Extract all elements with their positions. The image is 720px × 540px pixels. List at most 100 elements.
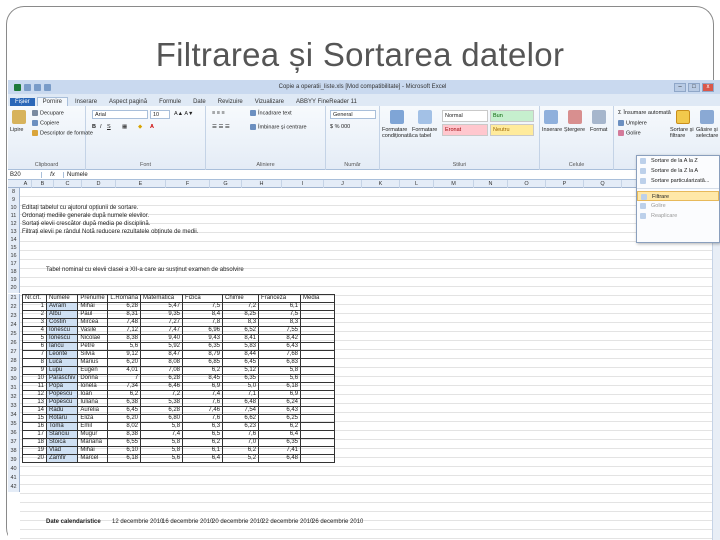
table-cell[interactable]: Radu bbox=[45, 406, 79, 415]
table-cell[interactable]: Popescu bbox=[45, 398, 79, 407]
table-cell[interactable]: 5,47 bbox=[140, 302, 184, 311]
table-cell[interactable]: 6,25 bbox=[258, 414, 302, 423]
table-cell[interactable]: 6,1 bbox=[182, 446, 224, 455]
table-cell[interactable] bbox=[300, 422, 336, 431]
column-header[interactable]: D bbox=[82, 180, 116, 188]
tab-0[interactable]: Fișier bbox=[10, 98, 35, 106]
table-cell[interactable]: Iuliana bbox=[77, 398, 109, 407]
table-cell[interactable] bbox=[300, 350, 336, 359]
table-cell[interactable]: 8,42 bbox=[258, 334, 302, 343]
table-cell[interactable]: 8,02 bbox=[107, 422, 142, 431]
column-header[interactable]: C bbox=[54, 180, 82, 188]
table-cell[interactable]: Stoica bbox=[45, 438, 79, 447]
table-cell[interactable]: 6,20 bbox=[107, 414, 142, 423]
table-cell[interactable]: 7,46 bbox=[182, 406, 224, 415]
row-header[interactable]: 24 bbox=[8, 321, 20, 330]
table-cell[interactable]: 8,41 bbox=[222, 334, 260, 343]
header-cell[interactable]: Numele bbox=[45, 294, 79, 303]
table-cell[interactable]: 5,8 bbox=[140, 422, 184, 431]
table-cell[interactable]: 16 bbox=[22, 422, 47, 431]
table-cell[interactable]: Eliza bbox=[77, 414, 109, 423]
row-header[interactable]: 28 bbox=[8, 357, 20, 366]
date-cell[interactable]: 16 decembrie 2010 bbox=[162, 518, 213, 526]
sort-filter-button[interactable]: Sortare și filtrare bbox=[670, 127, 694, 139]
format-cells-button[interactable]: Format bbox=[590, 127, 607, 133]
table-cell[interactable]: Ionescu bbox=[45, 334, 79, 343]
table-cell[interactable]: 13 bbox=[22, 398, 47, 407]
table-cell[interactable]: Stanciu bbox=[45, 430, 79, 439]
column-header[interactable]: B bbox=[32, 180, 54, 188]
table-cell[interactable]: 7,41 bbox=[258, 446, 302, 455]
table-cell[interactable]: Toma bbox=[45, 422, 79, 431]
column-header[interactable]: H bbox=[242, 180, 282, 188]
table-cell[interactable]: 20 bbox=[22, 454, 47, 463]
table-cell[interactable]: 9,43 bbox=[182, 334, 224, 343]
table-cell[interactable] bbox=[300, 382, 336, 391]
table-cell[interactable] bbox=[300, 326, 336, 335]
table-cell[interactable]: Nicolae bbox=[77, 334, 109, 343]
table-cell[interactable]: 7,08 bbox=[140, 366, 184, 375]
table-cell[interactable]: 6,9 bbox=[258, 390, 302, 399]
table-cell[interactable]: Ionescu bbox=[45, 326, 79, 335]
table-cell[interactable]: 8,45 bbox=[182, 374, 224, 383]
table-cell[interactable]: Mugur bbox=[77, 430, 109, 439]
table-cell[interactable]: 6,83 bbox=[258, 358, 302, 367]
format-table-button[interactable]: Formatare ca tabel bbox=[412, 127, 438, 139]
minimize-button[interactable]: – bbox=[673, 82, 686, 92]
table-cell[interactable]: Aurelia bbox=[77, 406, 109, 415]
italic-button[interactable]: I bbox=[100, 124, 102, 130]
table-cell[interactable]: 6,43 bbox=[258, 406, 302, 415]
paste-icon[interactable] bbox=[12, 110, 26, 124]
table-cell[interactable]: 15 bbox=[22, 414, 47, 423]
table-cell[interactable]: 6,55 bbox=[107, 438, 142, 447]
row-header[interactable]: 36 bbox=[8, 429, 20, 438]
table-cell[interactable]: 6,28 bbox=[107, 302, 142, 311]
table-cell[interactable]: Avram bbox=[45, 302, 79, 311]
table-cell[interactable]: 8 bbox=[22, 358, 47, 367]
table-cell[interactable]: 7 bbox=[22, 350, 47, 359]
quick-access-toolbar[interactable] bbox=[14, 83, 51, 91]
header-cell[interactable]: Media bbox=[300, 294, 336, 303]
table-cell[interactable]: 6,62 bbox=[222, 414, 260, 423]
number-format-select[interactable]: General bbox=[330, 110, 376, 119]
table-cell[interactable]: 6,35 bbox=[222, 374, 260, 383]
delete-cells-button[interactable]: Ștergere bbox=[564, 127, 585, 133]
table-cell[interactable]: 8,25 bbox=[222, 310, 260, 319]
row-header[interactable]: 38 bbox=[8, 447, 20, 456]
find-select-icon[interactable] bbox=[700, 110, 714, 124]
column-header[interactable]: K bbox=[362, 180, 400, 188]
table-cell[interactable]: 5,83 bbox=[222, 342, 260, 351]
row-header[interactable]: 40 bbox=[8, 465, 20, 474]
menu-item-0[interactable]: Sortare de la A la Z bbox=[637, 156, 719, 166]
paste-button[interactable]: Lipire bbox=[10, 127, 23, 133]
font-color-icon[interactable]: A bbox=[150, 124, 154, 130]
table-cell[interactable]: 8,08 bbox=[140, 358, 184, 367]
column-header[interactable]: I bbox=[282, 180, 324, 188]
table-cell[interactable] bbox=[300, 318, 336, 327]
student-table[interactable]: Nr.crt. Numele Prenume L.Română Matematică Fi… bbox=[22, 294, 336, 463]
row-header[interactable]: 29 bbox=[8, 366, 20, 375]
table-cell[interactable]: 6,4 bbox=[182, 454, 224, 463]
find-select-button[interactable]: Găsire și selectare bbox=[696, 127, 720, 139]
table-cell[interactable]: Emil bbox=[77, 422, 109, 431]
table-cell[interactable]: 5,0 bbox=[222, 382, 260, 391]
format-painter-button[interactable]: Descriptor de formate bbox=[32, 130, 93, 136]
header-cell[interactable]: Nr.crt. bbox=[22, 294, 47, 303]
table-cell[interactable]: 7,12 bbox=[107, 326, 142, 335]
table-cell[interactable]: 5,2 bbox=[222, 454, 260, 463]
date-cell[interactable]: 20 decembrie 2010 bbox=[212, 518, 263, 526]
table-cell[interactable]: 6,96 bbox=[182, 326, 224, 335]
column-header[interactable]: J bbox=[324, 180, 362, 188]
table-cell[interactable]: Mariana bbox=[77, 438, 109, 447]
maximize-button[interactable]: □ bbox=[687, 82, 700, 92]
header-cell[interactable]: Fizica bbox=[182, 294, 224, 303]
tab-4[interactable]: Formule bbox=[154, 98, 186, 106]
delete-cells-icon[interactable] bbox=[568, 110, 582, 124]
table-cell[interactable]: 5 bbox=[22, 334, 47, 343]
row-header[interactable]: 33 bbox=[8, 402, 20, 411]
grow-font-icon[interactable]: A▲ A▼ bbox=[174, 111, 193, 117]
table-cell[interactable] bbox=[300, 414, 336, 423]
table-cell[interactable]: 7 bbox=[107, 374, 142, 383]
name-box[interactable]: B20 bbox=[8, 171, 42, 178]
table-cell[interactable]: 7,48 bbox=[107, 318, 142, 327]
